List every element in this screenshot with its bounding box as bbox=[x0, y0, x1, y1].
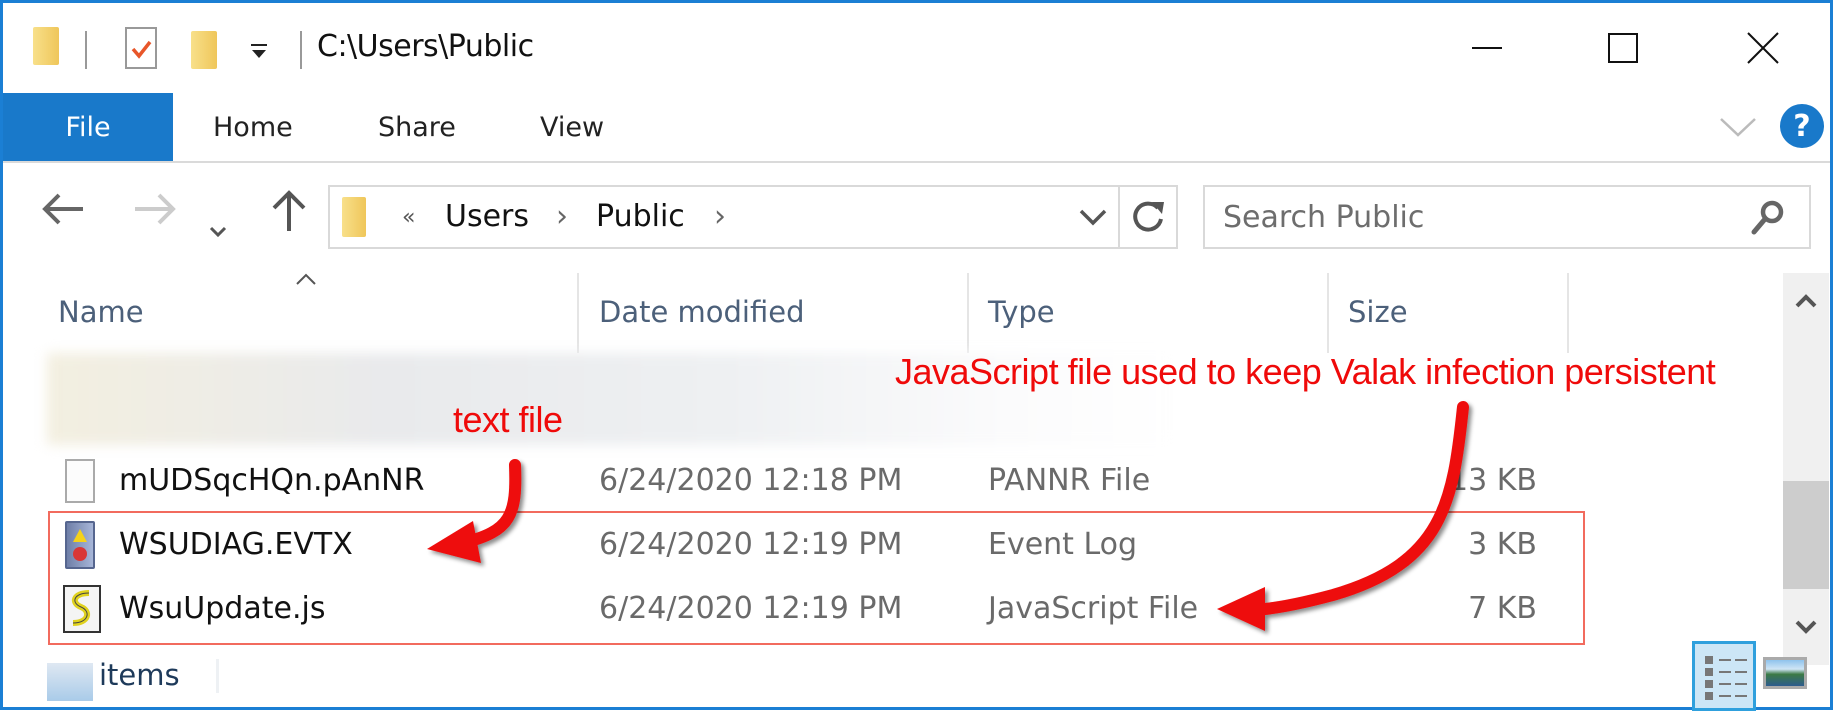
arrow-to-javascript bbox=[1217, 401, 1469, 631]
scrollbar-thumb[interactable] bbox=[1783, 481, 1829, 589]
details-view-icon bbox=[1705, 656, 1747, 700]
item-count-redacted bbox=[47, 663, 93, 701]
status-divider bbox=[216, 659, 219, 693]
details-view-button[interactable] bbox=[1692, 641, 1756, 711]
annotation-arrows bbox=[427, 401, 1469, 631]
arrow-to-evtx bbox=[427, 459, 522, 563]
status-items: items bbox=[99, 658, 180, 692]
large-icons-view-button[interactable] bbox=[1763, 657, 1807, 689]
vertical-scrollbar[interactable] bbox=[1783, 273, 1829, 665]
file-explorer-window: C:\Users\Public File Home Share View ? « bbox=[0, 0, 1833, 711]
scroll-down-icon[interactable] bbox=[1795, 619, 1817, 638]
scroll-up-icon[interactable] bbox=[1795, 293, 1817, 312]
